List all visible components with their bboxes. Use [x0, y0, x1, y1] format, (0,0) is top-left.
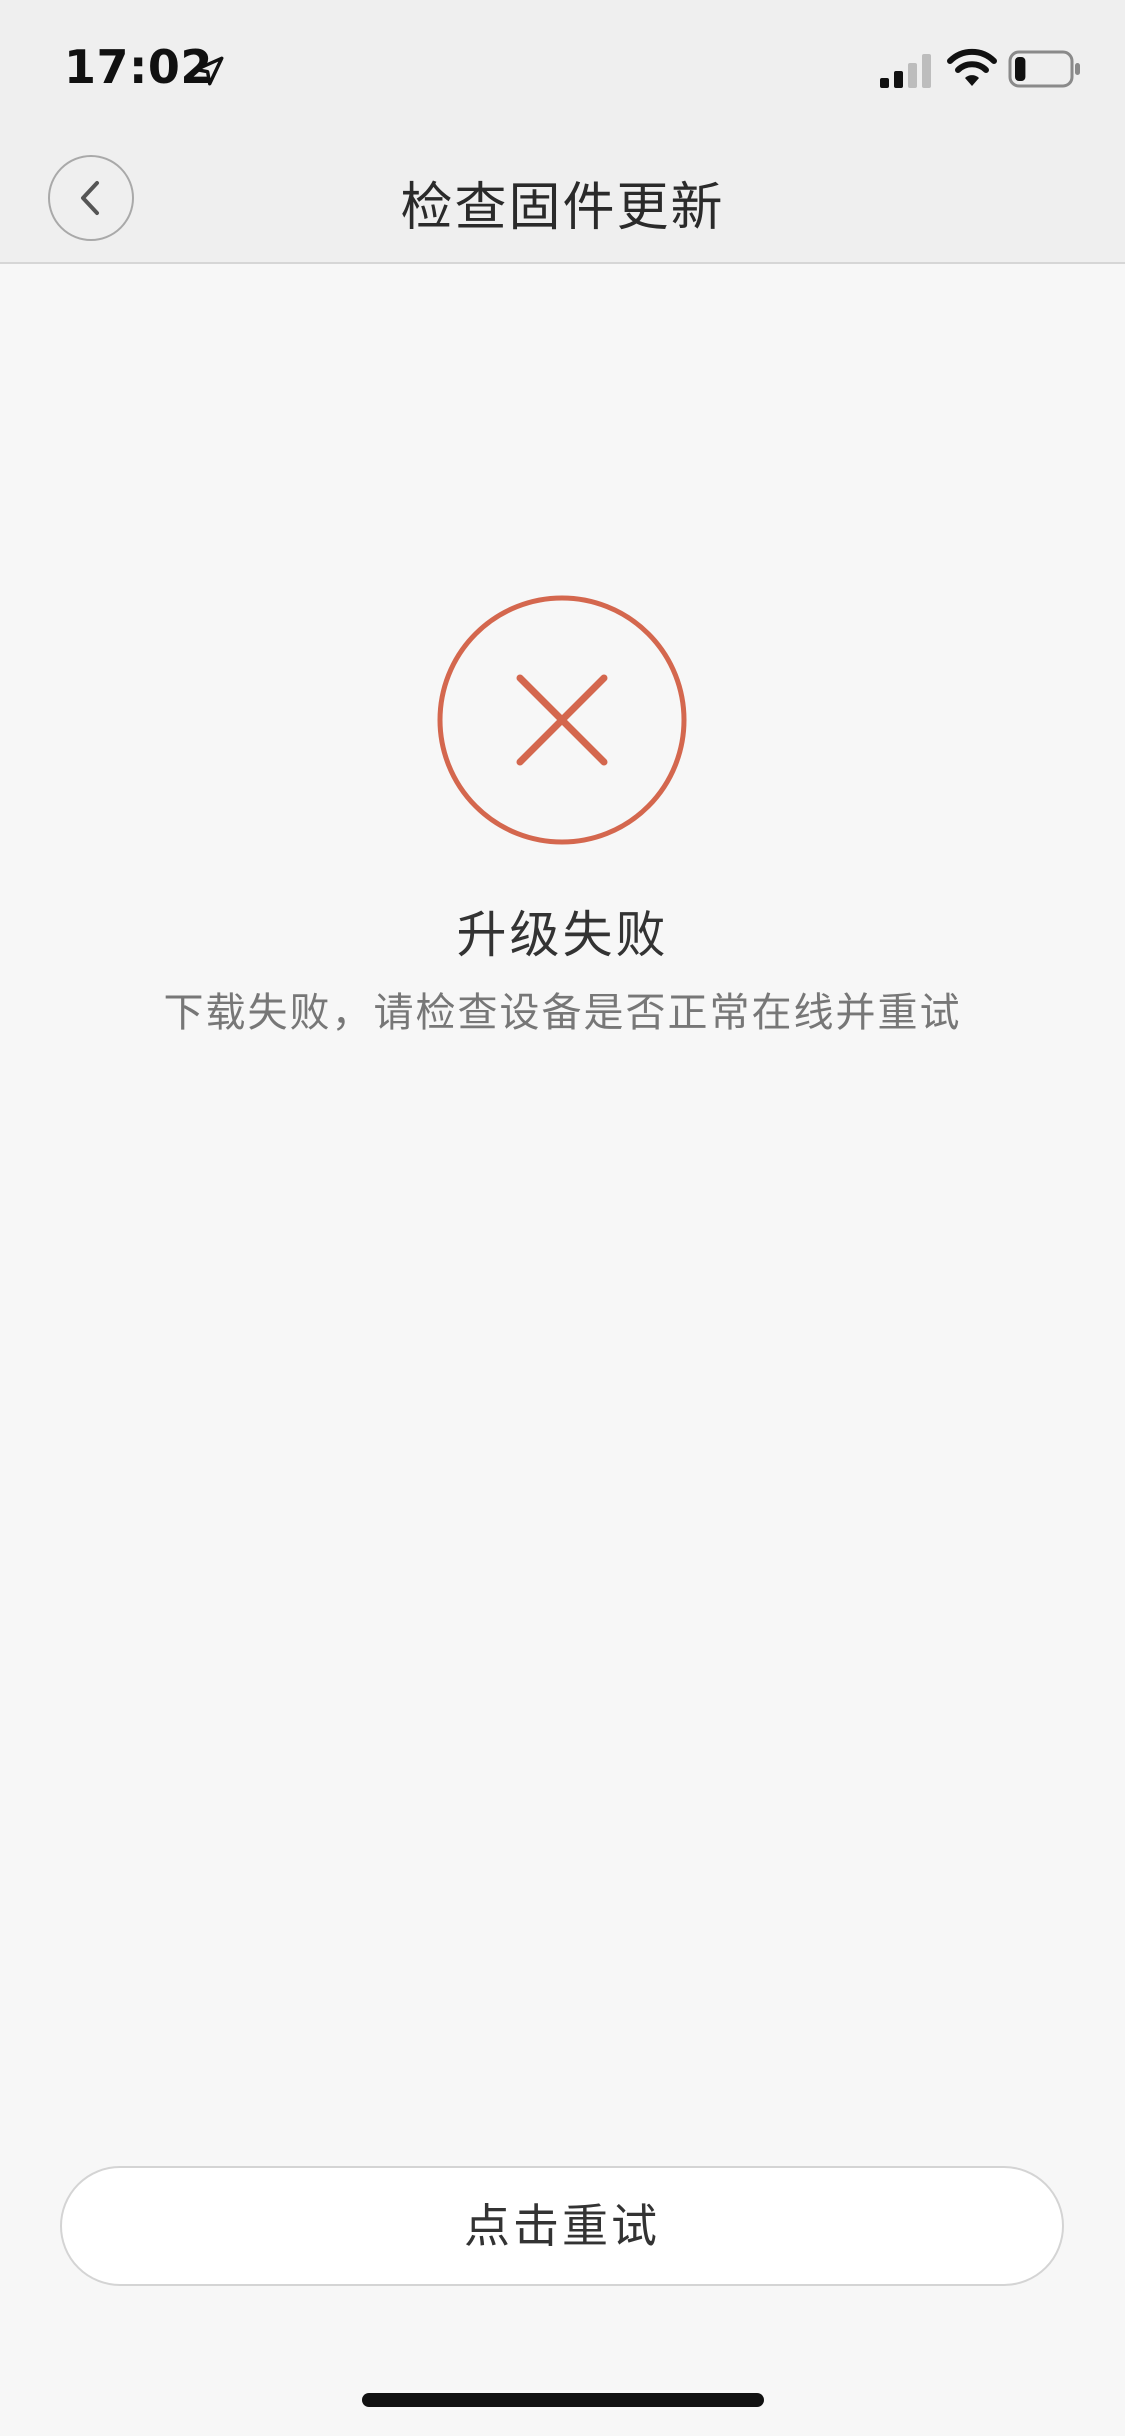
- home-indicator[interactable]: [362, 2393, 764, 2407]
- page-title: 检查固件更新: [400, 178, 725, 238]
- close-circle-icon: [437, 595, 687, 845]
- navigation-bar: 检查固件更新: [0, 135, 1125, 264]
- header-area: 17:02 检查固件更新: [0, 0, 1125, 264]
- location-arrow-icon: [194, 56, 224, 86]
- battery-icon: [1008, 50, 1080, 88]
- result-title: 升级失败: [456, 906, 669, 964]
- status-time: 17:02: [64, 40, 213, 94]
- cellular-signal-icon: [880, 54, 931, 88]
- retry-button[interactable]: 点击重试: [60, 2166, 1064, 2286]
- wifi-icon: [947, 48, 997, 86]
- firmware-update-screen: 17:02 检查固件更新 升级失败 下载失败，请检查设备是否正常在线并重试 点击…: [0, 0, 1125, 2436]
- result-message: 下载失败，请检查设备是否正常在线并重试: [163, 990, 962, 1036]
- status-bar: 17:02: [0, 0, 1125, 135]
